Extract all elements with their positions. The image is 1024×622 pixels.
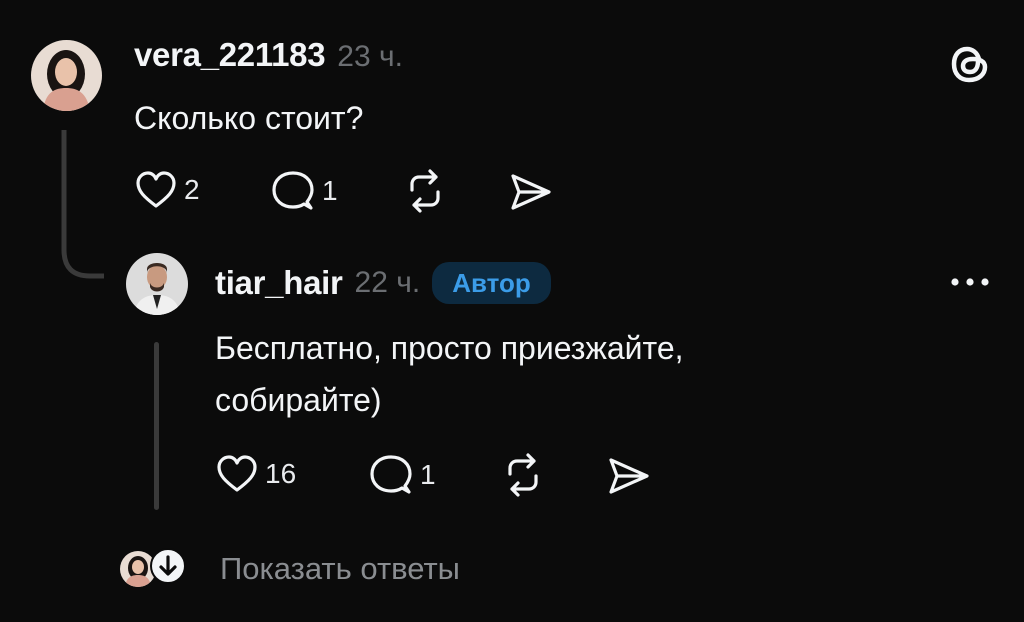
more-dots-icon[interactable] — [948, 272, 992, 292]
comment-bubble-icon — [368, 452, 414, 498]
repost-button[interactable] — [402, 168, 448, 214]
reply-header: tiar_hair 22 ч. Автор — [215, 262, 551, 304]
reply-count: 1 — [322, 175, 338, 206]
repost-icon — [402, 168, 448, 214]
like-button[interactable]: 2 — [134, 168, 200, 212]
threads-logo-icon[interactable] — [946, 40, 994, 88]
reply-count: 1 — [420, 459, 436, 490]
send-icon — [508, 170, 554, 214]
repost-icon — [500, 452, 546, 498]
comment-button[interactable]: 1 — [270, 168, 338, 214]
comment-header: vera_221183 23 ч. — [134, 36, 403, 74]
username[interactable]: vera_221183 — [134, 36, 326, 74]
like-count: 16 — [265, 458, 297, 489]
share-button[interactable] — [508, 170, 554, 214]
show-replies-link[interactable]: Показать ответы — [220, 551, 460, 587]
heart-icon — [215, 452, 259, 496]
reply-text-line: Бесплатно, просто приезжайте, — [215, 330, 684, 366]
comment-bubble-icon — [270, 168, 316, 214]
send-icon — [606, 454, 652, 498]
reply-text: Бесплатно, просто приезжайте, собирайте) — [215, 322, 684, 426]
thread-view: vera_221183 23 ч. Сколько стоит? 2 1 tia… — [0, 0, 1024, 622]
reply-text-line: собирайте) — [215, 382, 382, 418]
avatar-tiar-hair[interactable] — [126, 253, 188, 315]
comment-button[interactable]: 1 — [368, 452, 436, 498]
avatar-vera[interactable] — [31, 40, 102, 111]
show-replies-row[interactable]: Показать ответы — [120, 548, 460, 589]
timestamp: 23 ч. — [337, 40, 403, 73]
comment-text: Сколько стоит? — [134, 100, 364, 136]
repost-button[interactable] — [500, 452, 546, 498]
username[interactable]: tiar_hair — [215, 264, 343, 302]
author-badge: Автор — [432, 262, 551, 304]
thread-line — [154, 342, 159, 510]
timestamp: 22 ч. — [354, 266, 421, 299]
heart-icon — [134, 168, 178, 212]
arrow-down-icon — [150, 548, 186, 589]
like-count: 2 — [184, 174, 200, 205]
like-button[interactable]: 16 — [215, 452, 296, 496]
thread-connector — [60, 127, 107, 280]
share-button[interactable] — [606, 454, 652, 498]
